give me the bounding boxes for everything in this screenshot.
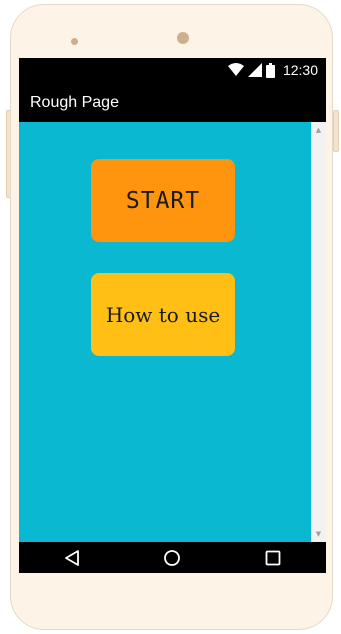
app-bar: Rough Page <box>19 82 326 120</box>
status-time: 12:30 <box>282 62 318 78</box>
content-area: START How to use <box>19 122 311 542</box>
status-bar: 12:30 <box>19 58 326 82</box>
front-camera <box>177 32 189 44</box>
power-button <box>333 110 339 152</box>
wifi-icon <box>227 63 244 77</box>
scrollbar[interactable]: ▲ ▼ <box>311 122 326 542</box>
home-icon[interactable] <box>162 548 182 568</box>
proximity-sensor <box>71 38 78 45</box>
scroll-down-arrow-icon[interactable]: ▼ <box>311 529 326 539</box>
navigation-bar <box>19 542 326 573</box>
how-to-use-button[interactable]: How to use <box>91 273 235 356</box>
scroll-up-arrow-icon[interactable]: ▲ <box>311 125 326 135</box>
signal-icon <box>247 63 262 77</box>
recents-icon[interactable] <box>263 548 283 568</box>
status-icons: 12:30 <box>227 62 318 78</box>
phone-screen: 12:30 Rough Page START How to use ▲ ▼ <box>19 58 326 573</box>
start-button[interactable]: START <box>91 159 235 242</box>
app-title: Rough Page <box>30 94 119 111</box>
back-icon[interactable] <box>62 548 82 568</box>
battery-icon <box>265 62 275 78</box>
